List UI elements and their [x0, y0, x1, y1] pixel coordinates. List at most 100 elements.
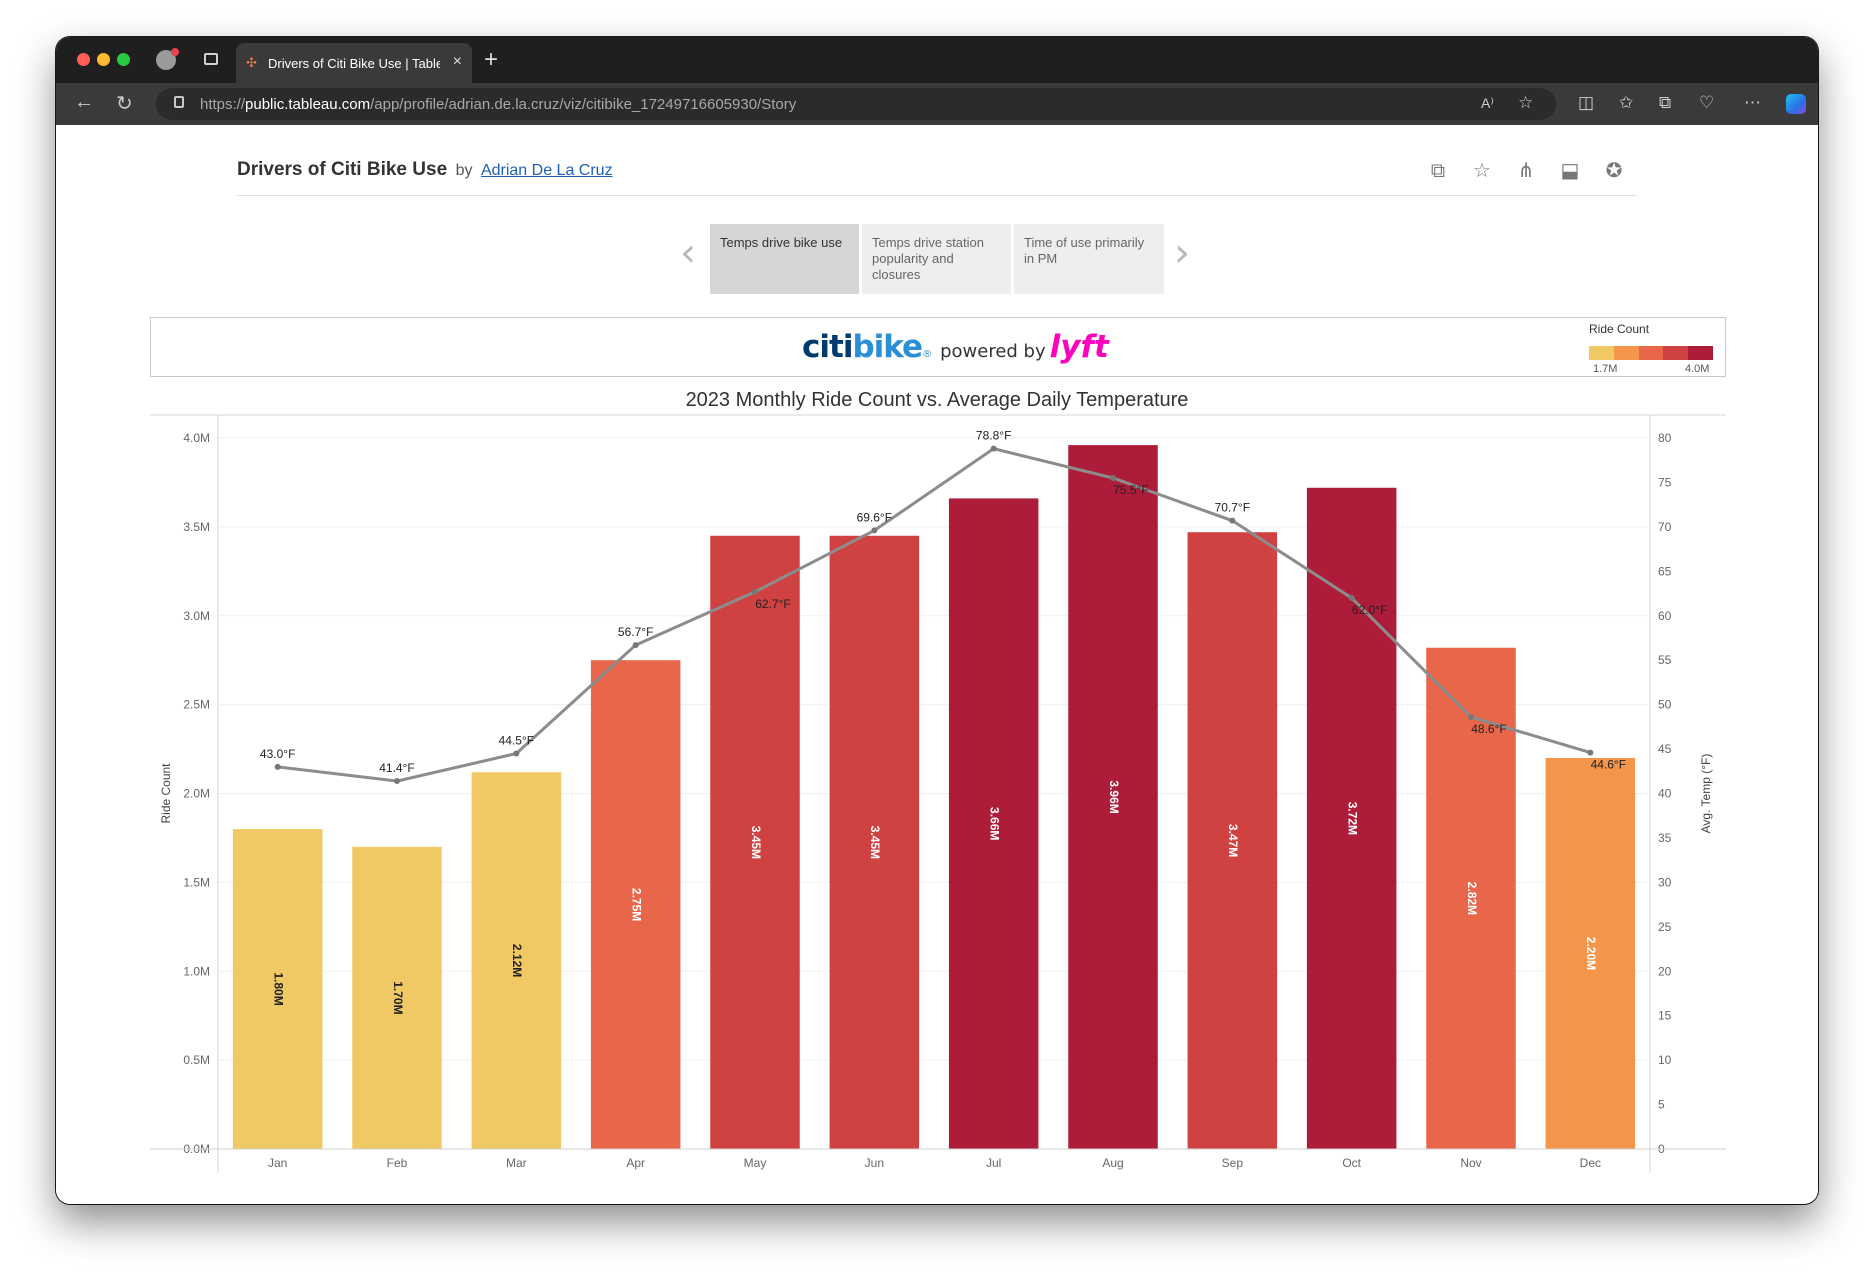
ride-count-legend: Ride Count 1.7M 4.0M	[1589, 322, 1725, 375]
read-aloud-icon[interactable]: A⁾	[1481, 95, 1494, 112]
collections-icon[interactable]: ⧉	[1659, 93, 1671, 113]
copilot-icon[interactable]	[1786, 94, 1806, 114]
bar-value-label: 3.66M	[987, 807, 1001, 840]
split-screen-icon[interactable]: ◫	[1578, 93, 1594, 113]
citibike-lyft-logo: citibike® powered by lyft	[802, 329, 1109, 365]
bar-value-label: 3.96M	[1107, 780, 1121, 813]
maximize-window-button[interactable]	[117, 53, 130, 66]
header-divider	[237, 195, 1637, 196]
bar-value-label: 1.70M	[391, 981, 405, 1014]
legend-color-scale	[1589, 346, 1713, 360]
by-label: by	[455, 162, 473, 179]
temperature-label: 44.6°F	[1591, 758, 1626, 772]
y-tick-label: 3.0M	[183, 609, 210, 623]
y2-tick-label: 75	[1658, 475, 1672, 489]
temperature-label: 44.5°F	[499, 734, 534, 748]
featured-badge-icon[interactable]: ✪	[1602, 159, 1626, 183]
x-tick-label: Jul	[986, 1156, 1001, 1170]
refresh-icon[interactable]: ↻	[116, 91, 133, 116]
author-link[interactable]: Adrian De La Cruz	[481, 162, 613, 179]
story-prev-arrow-icon[interactable]: ‹	[680, 230, 696, 276]
download-icon[interactable]: ⬓	[1558, 159, 1582, 183]
temperature-point	[990, 445, 997, 452]
x-tick-label: Jan	[268, 1156, 287, 1170]
favorites-icon[interactable]: ✩	[1619, 93, 1633, 113]
more-menu-icon[interactable]: ⋯	[1744, 93, 1761, 113]
x-tick-label: Oct	[1342, 1156, 1361, 1170]
y2-tick-label: 60	[1658, 609, 1672, 623]
y2-tick-label: 70	[1658, 520, 1672, 534]
story-point-1[interactable]: Temps drive bike use	[710, 224, 859, 294]
x-tick-label: Apr	[626, 1156, 645, 1170]
temperature-label: 69.6°F	[857, 510, 892, 524]
chart-title: 2023 Monthly Ride Count vs. Average Dail…	[685, 389, 1189, 411]
y2-axis-title: Avg. Temp (°F)	[1699, 754, 1713, 834]
minimize-window-button[interactable]	[97, 53, 110, 66]
legend-max-label: 4.0M	[1685, 363, 1710, 375]
y2-tick-label: 25	[1658, 920, 1672, 934]
lock-icon	[174, 96, 184, 108]
favorite-icon[interactable]: ☆	[1470, 159, 1494, 183]
bar-value-label: 1.80M	[271, 972, 285, 1005]
bar-value-label: 3.47M	[1226, 824, 1240, 857]
temperature-point	[1468, 714, 1474, 721]
x-tick-label: Mar	[506, 1156, 527, 1170]
temperature-point	[1110, 474, 1116, 481]
temperature-point	[513, 750, 520, 757]
x-tick-label: Nov	[1460, 1156, 1481, 1170]
story-next-arrow-icon[interactable]: ›	[1174, 230, 1190, 276]
share-icon[interactable]: ⋔	[1514, 159, 1538, 183]
y2-tick-label: 30	[1658, 875, 1672, 889]
tableau-favicon-icon: ✣	[246, 55, 257, 70]
legend-min-label: 1.7M	[1593, 363, 1618, 375]
y2-tick-label: 50	[1658, 698, 1672, 712]
new-tab-button[interactable]: +	[484, 46, 498, 74]
browser-essentials-icon[interactable]: ♡	[1699, 93, 1714, 113]
bar-value-label: 3.72M	[1345, 802, 1359, 835]
temperature-point	[1587, 749, 1594, 756]
favorite-star-icon[interactable]: ☆	[1518, 93, 1533, 113]
copy-icon[interactable]: ⧉	[1426, 159, 1450, 183]
temperature-label: 75.5°F	[1113, 483, 1148, 497]
y-tick-label: 2.5M	[183, 698, 210, 712]
bar-value-label: 3.45M	[749, 826, 763, 859]
legend-swatch	[1589, 346, 1614, 360]
y-tick-label: 4.0M	[183, 431, 210, 445]
y-axis-title: Ride Count	[159, 763, 173, 824]
viz-title: Drivers of Citi Bike Use	[237, 159, 448, 180]
temperature-point	[632, 642, 639, 649]
temperature-label: 62.0°F	[1352, 603, 1387, 617]
tab-actions-icon[interactable]	[204, 53, 218, 65]
y2-tick-label: 35	[1658, 831, 1672, 845]
story-point-2[interactable]: Temps drive station popularity and closu…	[862, 224, 1011, 294]
address-bar[interactable]: https://public.tableau.com/app/profile/a…	[156, 88, 1556, 120]
legend-swatch	[1688, 346, 1713, 360]
temperature-point	[274, 763, 281, 770]
profile-avatar-icon[interactable]	[156, 48, 179, 70]
close-window-button[interactable]	[77, 53, 90, 66]
story-point-3[interactable]: Time of use primarily in PM	[1014, 224, 1164, 294]
y2-tick-label: 55	[1658, 653, 1672, 667]
bar-value-label: 2.20M	[1584, 937, 1598, 970]
browser-tab[interactable]: ✣ Drivers of Citi Bike Use | Tablea ×	[236, 43, 472, 83]
tab-close-icon[interactable]: ×	[453, 53, 462, 71]
temperature-point	[1229, 517, 1236, 524]
x-tick-label: Feb	[387, 1156, 408, 1170]
temperature-point	[871, 527, 878, 534]
x-tick-label: Jun	[865, 1156, 884, 1170]
y2-tick-label: 10	[1658, 1053, 1672, 1067]
legend-swatch	[1613, 346, 1639, 360]
legend-swatch	[1638, 346, 1664, 360]
back-icon[interactable]: ←	[74, 91, 94, 114]
y2-tick-label: 65	[1658, 564, 1672, 578]
x-tick-label: Dec	[1580, 1156, 1601, 1170]
temperature-label: 62.7°F	[755, 597, 790, 611]
y-tick-label: 0.5M	[183, 1053, 210, 1067]
y2-tick-label: 80	[1658, 431, 1672, 445]
bar-value-label: 2.75M	[629, 888, 643, 921]
tab-title: Drivers of Citi Bike Use | Tablea	[268, 56, 440, 71]
temperature-label: 78.8°F	[976, 429, 1011, 443]
tableau-page: Drivers of Citi Bike Use by Adrian De La…	[56, 125, 1818, 1204]
legend-title: Ride Count	[1589, 322, 1650, 336]
y-tick-label: 1.5M	[183, 875, 210, 889]
